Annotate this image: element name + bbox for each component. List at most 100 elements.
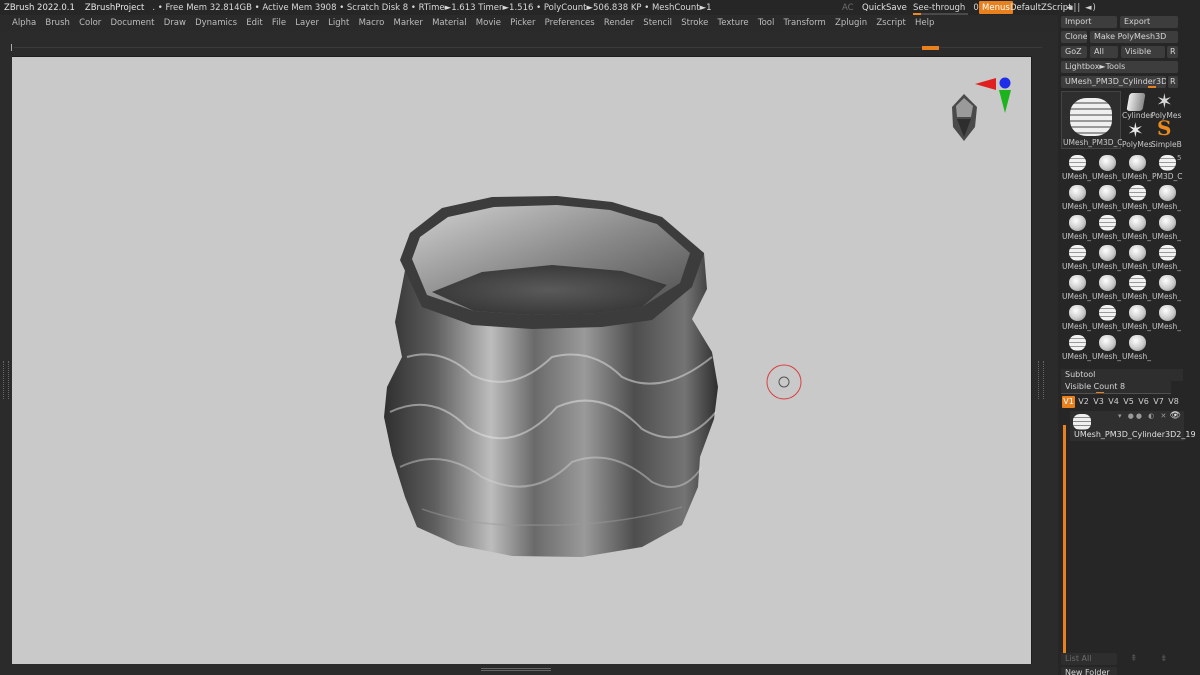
current-tool-thumbnail[interactable]: UMesh_PM3D_C [1061, 91, 1123, 149]
quicksave-button[interactable]: QuickSave [862, 0, 907, 15]
tab-v7[interactable]: V7 [1152, 396, 1165, 408]
menu-movie[interactable]: Movie [476, 18, 501, 28]
tool-thumb[interactable]: UMesh_ [1122, 182, 1151, 211]
menu-stroke[interactable]: Stroke [681, 18, 708, 28]
thumb-cylinder[interactable]: Cylinder [1122, 91, 1153, 120]
tab-v8[interactable]: V8 [1167, 396, 1180, 408]
menu-zplugin[interactable]: Zplugin [835, 18, 867, 28]
tab-v1[interactable]: V1 [1062, 396, 1075, 408]
tool-thumb[interactable]: UMesh_ [1122, 272, 1151, 301]
tool-thumb[interactable]: UMesh_ [1122, 332, 1151, 361]
tool-thumb[interactable]: UMesh_ [1092, 332, 1121, 361]
crumpled-vessel-model[interactable] [384, 196, 718, 557]
tool-thumb[interactable]: UMesh_ [1152, 182, 1181, 211]
tool-thumb[interactable]: UMesh_ [1062, 272, 1091, 301]
arrow-down-icon[interactable]: ⇟ [1160, 654, 1168, 664]
subtool-header[interactable]: Subtool [1061, 369, 1183, 381]
menu-brush[interactable]: Brush [45, 18, 70, 28]
menus-toggle[interactable]: Menus [979, 1, 1013, 14]
subtool-scrollbar[interactable] [1063, 425, 1066, 655]
menu-preferences[interactable]: Preferences [545, 18, 595, 28]
make-polymesh-button[interactable]: Make PolyMesh3D [1090, 31, 1178, 43]
tool-thumb[interactable]: UMesh_ [1092, 272, 1121, 301]
menu-draw[interactable]: Draw [164, 18, 186, 28]
lightbox-tools-button[interactable]: Lightbox►Tools [1061, 61, 1178, 73]
bottom-tray[interactable] [12, 664, 1032, 675]
thumb-polymesh-star-2[interactable]: ✶ PolyMes [1122, 118, 1152, 149]
tab-v3[interactable]: V3 [1092, 396, 1105, 408]
viewport-svg[interactable] [12, 57, 1031, 664]
import-button[interactable]: Import [1061, 16, 1117, 28]
tool-thumb[interactable]: UMesh_ [1152, 242, 1181, 271]
clone-button[interactable]: Clone [1061, 31, 1087, 43]
tool-thumb[interactable]: UMesh_ [1152, 212, 1181, 241]
menu-color[interactable]: Color [79, 18, 101, 28]
tool-thumb[interactable]: UMesh_ [1122, 212, 1151, 241]
r-button-2[interactable]: R [1168, 76, 1178, 88]
menu-layer[interactable]: Layer [295, 18, 319, 28]
menu-zscript[interactable]: Zscript [876, 18, 906, 28]
all-button[interactable]: All [1090, 46, 1118, 58]
eye-icon[interactable]: 👁 [1170, 411, 1181, 421]
see-through-slider[interactable]: See-through 0 [913, 0, 979, 15]
new-folder-button[interactable]: New Folder [1061, 667, 1117, 675]
goz-button[interactable]: GoZ [1061, 46, 1087, 58]
menu-help[interactable]: Help [915, 18, 934, 28]
menu-file[interactable]: File [272, 18, 286, 28]
tool-thumb[interactable]: PM3D_C [1152, 152, 1183, 181]
bottom-tray-grip[interactable] [481, 668, 551, 671]
tool-thumb[interactable]: UMesh_ [1062, 212, 1091, 241]
menu-light[interactable]: Light [328, 18, 349, 28]
subtool-item[interactable]: ▾ ●● ◐ ✕ ✓ 👁 UMesh_PM3D_Cylinder3D2_19 [1070, 411, 1196, 441]
right-tray-gutter[interactable] [1032, 56, 1058, 675]
tool-thumb[interactable]: UMesh_ [1062, 302, 1091, 331]
menu-macro[interactable]: Macro [359, 18, 385, 28]
tool-thumb[interactable]: UMesh_ [1092, 302, 1121, 331]
list-all-button[interactable]: List All [1061, 653, 1117, 665]
menu-marker[interactable]: Marker [394, 18, 423, 28]
menu-stencil[interactable]: Stencil [643, 18, 672, 28]
menu-tool[interactable]: Tool [758, 18, 775, 28]
axis-gizmo[interactable] [975, 77, 1011, 114]
tool-thumb[interactable]: UMesh_ [1122, 152, 1151, 181]
tool-thumb[interactable]: UMesh_ [1122, 302, 1151, 331]
thumb-simple-brush[interactable]: S SimpleB [1151, 116, 1182, 149]
navigation-gizmo[interactable] [952, 94, 977, 141]
menu-texture[interactable]: Texture [718, 18, 749, 28]
tab-v2[interactable]: V2 [1077, 396, 1090, 408]
tab-v5[interactable]: V5 [1122, 396, 1135, 408]
menu-document[interactable]: Document [110, 18, 154, 28]
ac-button[interactable]: AC [842, 0, 854, 15]
tool-thumb[interactable]: UMesh_ [1062, 152, 1091, 181]
shelf-orange-marker[interactable] [922, 46, 939, 50]
menu-render[interactable]: Render [604, 18, 634, 28]
tool-thumb[interactable]: UMesh_ [1122, 242, 1151, 271]
menu-material[interactable]: Material [432, 18, 467, 28]
default-zscript-button[interactable]: DefaultZScript [1010, 0, 1072, 15]
tool-thumb[interactable]: UMesh_ [1062, 332, 1091, 361]
tool-thumb[interactable]: UMesh_ [1062, 182, 1091, 211]
tab-v6[interactable]: V6 [1137, 396, 1150, 408]
menu-edit[interactable]: Edit [246, 18, 262, 28]
tool-thumb[interactable]: UMesh_ [1092, 212, 1121, 241]
document-canvas[interactable] [12, 57, 1031, 664]
tool-thumb[interactable]: UMesh_ [1152, 272, 1181, 301]
export-button[interactable]: Export [1120, 16, 1178, 28]
left-tray-grip[interactable] [3, 361, 9, 399]
menu-picker[interactable]: Picker [510, 18, 535, 28]
visible-count-slider[interactable]: Visible Count 8 [1061, 381, 1171, 393]
visible-button[interactable]: Visible [1121, 46, 1165, 58]
tool-thumb[interactable]: UMesh_ [1062, 242, 1091, 271]
menu-transform[interactable]: Transform [784, 18, 826, 28]
arrow-up-icon[interactable]: ⇞ [1130, 654, 1138, 664]
tab-v4[interactable]: V4 [1107, 396, 1120, 408]
tool-thumb[interactable]: UMesh_ [1092, 152, 1121, 181]
window-controls[interactable]: ◄|| ◄) [1066, 0, 1097, 15]
tool-thumb[interactable]: UMesh_ [1152, 302, 1181, 331]
menu-alpha[interactable]: Alpha [12, 18, 36, 28]
tool-thumb[interactable]: UMesh_ [1092, 182, 1121, 211]
tool-thumb[interactable]: UMesh_ [1092, 242, 1121, 271]
left-tray[interactable] [0, 56, 12, 675]
menu-dynamics[interactable]: Dynamics [195, 18, 237, 28]
r-button[interactable]: R [1167, 46, 1178, 58]
